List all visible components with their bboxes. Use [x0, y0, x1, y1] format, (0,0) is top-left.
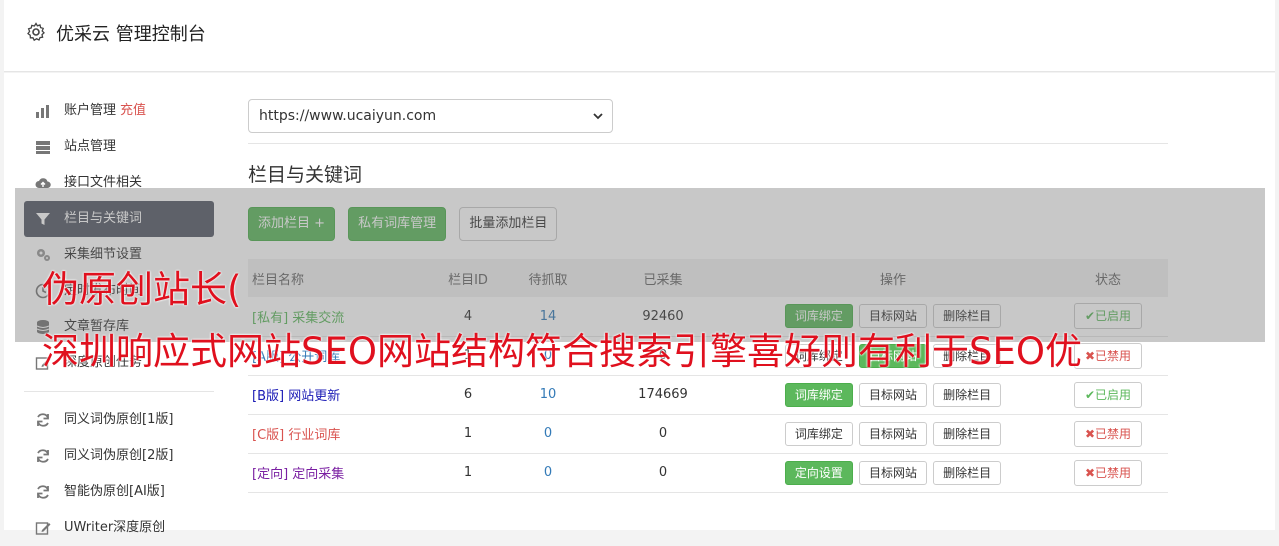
status-toggle-button[interactable]: ✖已禁用: [1073, 420, 1143, 447]
sidebar-item-tool-3[interactable]: UWriter深度原创: [24, 510, 214, 546]
app-title: 优采云 管理控制台: [56, 24, 206, 45]
status-toggle-button[interactable]: ✖已禁用: [1073, 459, 1143, 486]
gear-icon[interactable]: [26, 22, 46, 42]
server-icon: [36, 141, 50, 154]
sidebar-item-label: 账户管理: [64, 103, 117, 118]
cell-ops: 词库绑定 目标网站 删除栏目: [738, 414, 1048, 454]
table-row: [B版] 网站更新 6 10 174669 词库绑定 目标网站 删除栏目 ✔已启用: [248, 375, 1168, 415]
cell-id: 6: [428, 375, 508, 415]
column-tag: [定向]: [252, 467, 289, 482]
edit-icon: [35, 522, 51, 535]
chevron-down-icon: [593, 113, 603, 120]
refresh-icon: [37, 485, 49, 499]
cell-collected: 174669: [588, 375, 738, 415]
watermark-band: [15, 188, 1265, 342]
cell-collected: 0: [588, 453, 738, 493]
watermark-title: 伪原创站长(: [42, 268, 242, 311]
sidebar-item-1[interactable]: 站点管理: [24, 129, 214, 165]
lexicon-bind-button[interactable]: 词库绑定: [784, 421, 853, 446]
cell-id: 1: [428, 453, 508, 493]
column-name-link[interactable]: 定向采集: [292, 467, 344, 482]
sidebar-divider: [24, 391, 214, 392]
recharge-link[interactable]: 充值: [120, 103, 146, 118]
site-select[interactable]: https://www.ucaiyun.com: [248, 99, 613, 133]
sidebar-item-0[interactable]: 账户管理 充值: [24, 93, 214, 129]
cell-status: ✖已禁用: [1048, 414, 1168, 454]
status-toggle-button[interactable]: ✔已启用: [1073, 381, 1143, 408]
cell-name: [B版] 网站更新: [248, 375, 428, 415]
bar-chart-icon: [36, 105, 49, 118]
cell-collected: 0: [588, 414, 738, 454]
column-tag: [B版]: [252, 389, 285, 404]
cell-pending[interactable]: 0: [508, 453, 588, 493]
cell-name: [定向] 定向采集: [248, 453, 428, 493]
column-name-link[interactable]: 网站更新: [288, 389, 340, 404]
target-site-button[interactable]: 目标网站: [858, 460, 927, 485]
sidebar-item-label: 站点管理: [64, 139, 117, 154]
cell-name: [C版] 行业词库: [248, 414, 428, 454]
site-select-value: https://www.ucaiyun.com: [259, 108, 437, 124]
divider: [248, 143, 1168, 144]
sidebar-item-tool-0[interactable]: 同义词伪原创[1版]: [24, 402, 214, 438]
sidebar-item-label: 同义词伪原创[1版]: [64, 412, 174, 427]
cell-ops: 定向设置 目标网站 删除栏目: [738, 453, 1048, 493]
target-site-button[interactable]: 目标网站: [858, 421, 927, 446]
delete-column-button[interactable]: 删除栏目: [933, 421, 1002, 446]
cell-id: 1: [428, 414, 508, 454]
watermark-subtitle: 深圳响应式网站SEO网站结构符合搜索引擎喜好则有利于SEO优: [42, 330, 1082, 373]
column-name-link[interactable]: 行业词库: [288, 428, 340, 443]
cell-pending[interactable]: 0: [508, 414, 588, 454]
table-row: [定向] 定向采集 1 0 0 定向设置 目标网站 删除栏目 ✖已禁用: [248, 453, 1168, 493]
sidebar-item-label: 智能伪原创[AI版]: [64, 484, 165, 499]
sidebar-item-label: 同义词伪原创[2版]: [64, 448, 174, 463]
target-site-button[interactable]: 目标网站: [858, 382, 927, 407]
delete-column-button[interactable]: 删除栏目: [933, 460, 1002, 485]
table-row: [C版] 行业词库 1 0 0 词库绑定 目标网站 删除栏目 ✖已禁用: [248, 414, 1168, 454]
delete-column-button[interactable]: 删除栏目: [933, 382, 1002, 407]
top-bar: 优采云 管理控制台: [4, 0, 1275, 72]
cell-status: ✖已禁用: [1048, 453, 1168, 493]
refresh-icon: [37, 413, 49, 427]
lexicon-bind-button[interactable]: 定向设置: [784, 460, 853, 485]
sidebar-item-tool-1[interactable]: 同义词伪原创[2版]: [24, 438, 214, 474]
lexicon-bind-button[interactable]: 词库绑定: [784, 382, 853, 407]
refresh-icon: [37, 449, 49, 463]
cell-ops: 词库绑定 目标网站 删除栏目: [738, 375, 1048, 415]
cell-pending[interactable]: 10: [508, 375, 588, 415]
section-title: 栏目与关键词: [248, 164, 363, 186]
sidebar-item-label: UWriter深度原创: [64, 520, 166, 535]
column-tag: [C版]: [252, 428, 285, 443]
sidebar-item-tool-2[interactable]: 智能伪原创[AI版]: [24, 474, 214, 510]
cell-status: ✔已启用: [1048, 375, 1168, 415]
